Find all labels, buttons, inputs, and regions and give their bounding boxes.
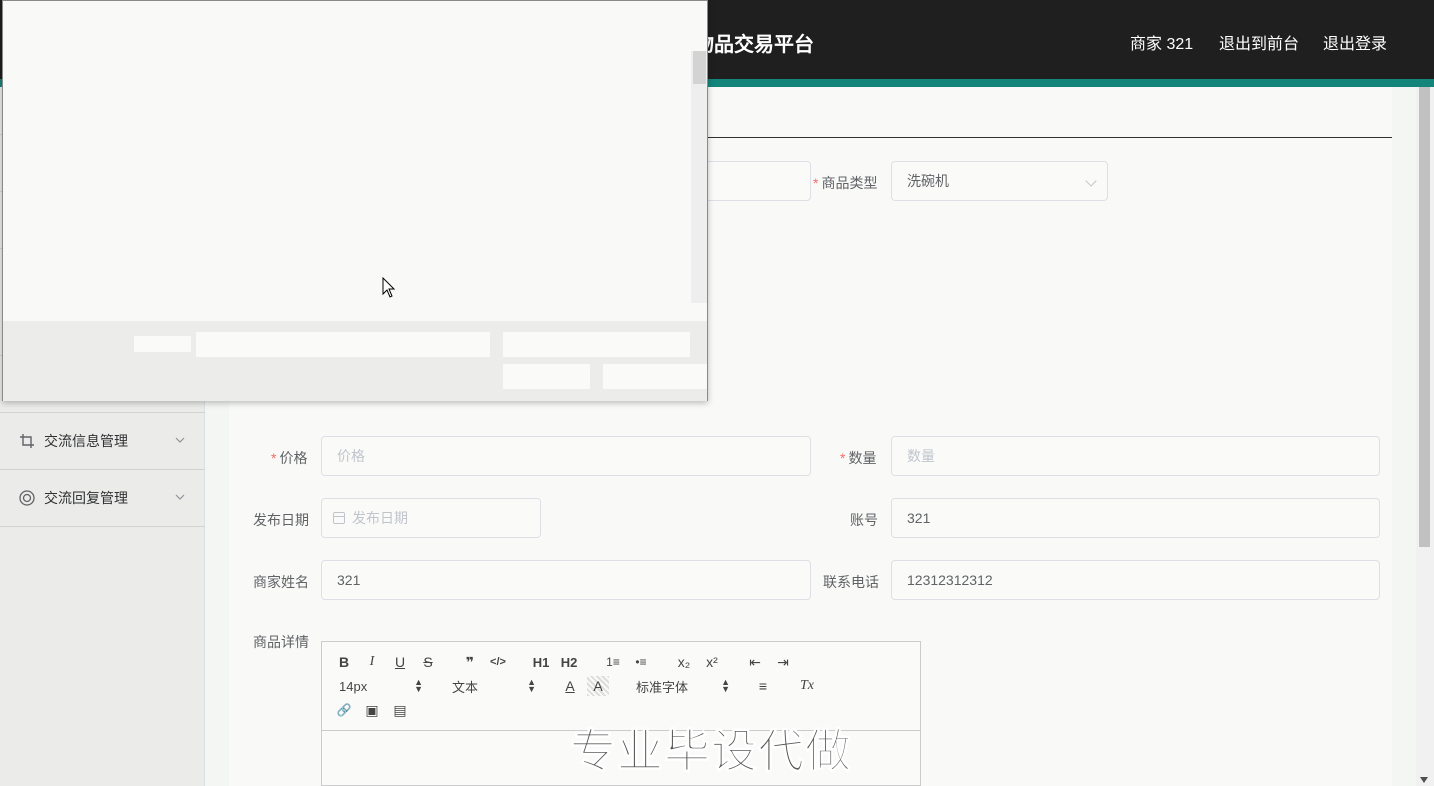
lifebuoy-icon bbox=[19, 490, 35, 506]
detail-label: 商品详情 bbox=[253, 634, 309, 650]
date-picker[interactable]: 发布日期 bbox=[321, 498, 541, 538]
updown-icon: ▲ ▼ bbox=[721, 677, 730, 694]
category-label: * 商品类型 bbox=[813, 175, 878, 191]
watermark-text: 专业毕设代做 bbox=[570, 725, 852, 778]
link-button[interactable]: 🔗 bbox=[333, 700, 355, 720]
scrollbar-thumb[interactable] bbox=[1419, 87, 1430, 547]
footer-placeholder-label bbox=[134, 336, 191, 352]
font-size-select[interactable]: 14px ▲ ▼ bbox=[339, 676, 423, 696]
sidebar-item-label: 交流信息管理 bbox=[44, 433, 128, 449]
sidebar-item-exchange-reply[interactable]: 交流回复管理 bbox=[0, 470, 205, 526]
underline-button[interactable]: U bbox=[389, 652, 411, 672]
price-label: * 价格 bbox=[271, 450, 308, 466]
indent-button[interactable]: ⇥ bbox=[772, 652, 794, 672]
account-input[interactable]: 321 bbox=[891, 498, 1380, 538]
bold-button[interactable]: B bbox=[333, 652, 355, 672]
header-2-button[interactable]: H2 bbox=[558, 652, 580, 672]
chevron-down-icon bbox=[175, 494, 185, 500]
merchant-name-input[interactable]: 321 bbox=[321, 560, 811, 600]
quantity-placeholder: 数量 bbox=[907, 448, 935, 464]
category-value: 洗碗机 bbox=[907, 173, 949, 189]
price-placeholder: 价格 bbox=[337, 448, 365, 464]
date-placeholder: 发布日期 bbox=[352, 510, 408, 526]
code-block-button[interactable]: </> bbox=[487, 652, 509, 672]
sidebar-divider bbox=[0, 526, 205, 527]
ordered-list-button[interactable]: 1≡ bbox=[602, 652, 624, 672]
chevron-down-icon bbox=[175, 437, 185, 443]
strikethrough-button[interactable]: S bbox=[417, 652, 439, 672]
font-size-value: 14px bbox=[339, 678, 368, 694]
logout-link[interactable]: 退出登录 bbox=[1323, 30, 1387, 54]
price-input[interactable]: 价格 bbox=[321, 436, 811, 476]
phone-input[interactable]: 12312312312 bbox=[891, 560, 1380, 600]
quantity-input[interactable]: 数量 bbox=[891, 436, 1380, 476]
quantity-label: * 数量 bbox=[840, 450, 877, 466]
dialog-scrollbar-thumb[interactable] bbox=[693, 51, 706, 84]
scroll-down-arrow-icon[interactable] bbox=[1420, 777, 1428, 783]
account-label: 账号 bbox=[850, 512, 878, 528]
merchant-name-value: 321 bbox=[337, 572, 361, 588]
dialog-footer bbox=[3, 321, 707, 401]
paragraph-format-select[interactable]: 文本 ▲ ▼ bbox=[452, 676, 536, 696]
image-button[interactable]: ▣ bbox=[361, 700, 383, 720]
video-button[interactable]: ▤ bbox=[389, 700, 411, 720]
crop-icon bbox=[19, 433, 35, 449]
sidebar-item-exchange-info[interactable]: 交流信息管理 bbox=[0, 413, 205, 469]
chevron-down-icon bbox=[1085, 175, 1097, 187]
date-label: 发布日期 bbox=[253, 512, 309, 528]
product-name-input[interactable] bbox=[700, 161, 811, 201]
footer-placeholder-button[interactable] bbox=[603, 364, 707, 389]
clean-format-button[interactable]: Tx bbox=[796, 676, 818, 696]
font-family-value: 标准字体 bbox=[636, 679, 689, 695]
updown-icon: ▲ ▼ bbox=[527, 677, 536, 694]
header-1-button[interactable]: H1 bbox=[530, 652, 552, 672]
footer-placeholder-input[interactable] bbox=[196, 332, 490, 357]
superscript-button[interactable]: x² bbox=[701, 652, 723, 672]
page-scrollbar[interactable] bbox=[1416, 87, 1434, 786]
merchant-name-label: 商家姓名 bbox=[253, 574, 309, 590]
updown-icon: ▲ ▼ bbox=[414, 677, 423, 694]
mouse-cursor-icon bbox=[382, 277, 396, 298]
calendar-icon bbox=[333, 512, 345, 524]
bullet-list-button[interactable]: •≡ bbox=[630, 652, 652, 672]
dialog-scrollbar[interactable] bbox=[691, 51, 707, 303]
merchant-account-link[interactable]: 商家 321 bbox=[1130, 30, 1193, 54]
font-family-select[interactable]: 标准字体 ▲ ▼ bbox=[636, 676, 730, 696]
category-select[interactable]: 洗碗机 bbox=[891, 161, 1108, 201]
subscript-button[interactable]: x₂ bbox=[673, 652, 695, 672]
exit-to-frontend-link[interactable]: 退出到前台 bbox=[1219, 30, 1299, 54]
align-button[interactable]: ≡ bbox=[752, 676, 774, 696]
account-value: 321 bbox=[907, 510, 931, 526]
app-title: 物品交易平台 bbox=[694, 34, 814, 56]
outdent-button[interactable]: ⇤ bbox=[744, 652, 766, 672]
footer-placeholder-button[interactable] bbox=[503, 364, 590, 389]
font-color-button[interactable]: A bbox=[559, 676, 581, 696]
footer-placeholder-select[interactable] bbox=[503, 332, 690, 357]
paragraph-format-value: 文本 bbox=[452, 679, 479, 695]
phone-value: 12312312312 bbox=[907, 572, 993, 588]
italic-button[interactable]: I bbox=[361, 652, 383, 672]
blockquote-button[interactable]: ❞ bbox=[459, 652, 481, 672]
overlay-dialog bbox=[2, 0, 708, 401]
phone-label: 联系电话 bbox=[823, 574, 879, 590]
sidebar-item-label: 交流回复管理 bbox=[44, 490, 128, 506]
background-color-button[interactable]: A bbox=[587, 676, 609, 696]
